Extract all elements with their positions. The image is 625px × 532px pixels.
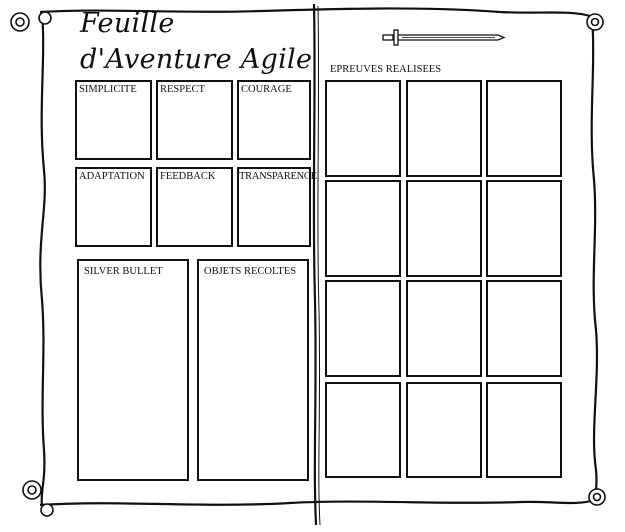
value-box-transparence[interactable]: TRANSPARENCE [237, 167, 317, 247]
silver-bullet-box[interactable]: SILVER BULLET [77, 259, 189, 481]
value-label: RESPECT [160, 84, 205, 95]
value-box-adaptation[interactable]: ADAPTATION [75, 167, 152, 247]
epreuve-box[interactable] [325, 180, 401, 277]
value-box-simplicite[interactable]: SIMPLICITE [75, 80, 152, 160]
epreuve-box[interactable] [486, 80, 562, 177]
epreuve-box[interactable] [486, 280, 562, 377]
value-label: FEEDBACK [160, 171, 216, 182]
value-box-feedback[interactable]: FEEDBACK [156, 167, 233, 247]
value-box-respect[interactable]: RESPECT [156, 80, 233, 160]
page-title-line1: Feuille [80, 8, 175, 39]
epreuve-box[interactable] [406, 382, 482, 478]
silver-bullet-label: SILVER BULLET [84, 266, 163, 277]
adventure-sheet: Feuille d'Aventure Agile SIMPLICITE RESP… [0, 0, 625, 532]
page-title-line2: d'Aventure Agile [80, 44, 313, 75]
objets-recoltes-label: OBJETS RECOLTES [204, 266, 297, 277]
epreuve-box[interactable] [406, 80, 482, 177]
value-box-courage[interactable]: COURAGE [237, 80, 311, 160]
value-label: ADAPTATION [79, 171, 145, 182]
epreuve-box[interactable] [325, 280, 401, 377]
epreuves-label: EPREUVES REALISEES [330, 64, 442, 75]
epreuve-box[interactable] [406, 180, 482, 277]
value-label: COURAGE [241, 84, 292, 95]
epreuve-box[interactable] [486, 180, 562, 277]
epreuve-box[interactable] [325, 80, 401, 177]
value-label: TRANSPARENCE [239, 171, 317, 182]
epreuve-box[interactable] [486, 382, 562, 478]
objets-recoltes-box[interactable]: OBJETS RECOLTES [197, 259, 309, 481]
value-label: SIMPLICITE [79, 84, 137, 95]
sword-icon [382, 29, 506, 46]
epreuve-box[interactable] [325, 382, 401, 478]
epreuve-box[interactable] [406, 280, 482, 377]
